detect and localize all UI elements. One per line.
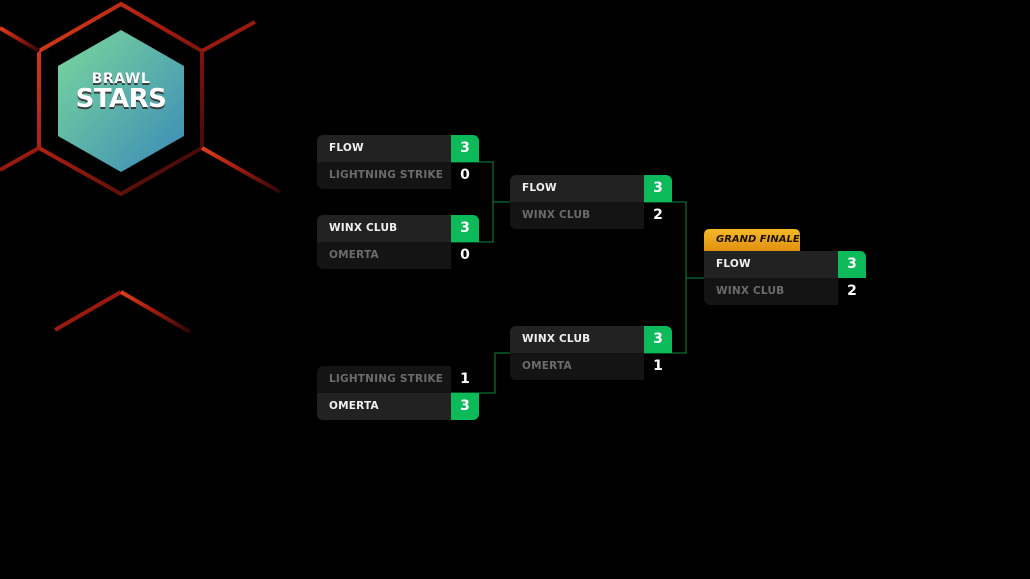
team-score: 3 (838, 251, 866, 278)
team-row[interactable]: FLOW 3 (704, 251, 866, 278)
team-name: WINX CLUB (317, 215, 451, 242)
team-name: WINX CLUB (510, 202, 644, 229)
team-score: 3 (451, 393, 479, 420)
team-row[interactable]: WINX CLUB 3 (317, 215, 479, 242)
team-row[interactable]: OMERTA 1 (510, 353, 672, 380)
team-row[interactable]: OMERTA 3 (317, 393, 479, 420)
team-name: FLOW (510, 175, 644, 202)
team-name: OMERTA (317, 393, 451, 420)
match-grand-finale[interactable]: FLOW 3 WINX CLUB 2 (704, 251, 866, 305)
grand-finale-badge: GRAND FINALE (704, 229, 800, 251)
match-sf1[interactable]: FLOW 3 WINX CLUB 2 (510, 175, 672, 229)
team-row[interactable]: LIGHTNING STRIKE 1 (317, 366, 479, 393)
team-name: WINX CLUB (704, 278, 838, 305)
match-qf1[interactable]: FLOW 3 LIGHTNING STRIKE 0 (317, 135, 479, 189)
team-score: 2 (847, 283, 857, 299)
team-row[interactable]: FLOW 3 (317, 135, 479, 162)
team-row[interactable]: WINX CLUB 3 (510, 326, 672, 353)
team-score: 3 (451, 135, 479, 162)
team-name: LIGHTNING STRIKE (317, 162, 451, 189)
team-score: 3 (644, 326, 672, 353)
team-name: OMERTA (510, 353, 644, 380)
team-name: WINX CLUB (510, 326, 644, 353)
team-name: FLOW (317, 135, 451, 162)
team-row[interactable]: LIGHTNING STRIKE 0 (317, 162, 479, 189)
team-name: LIGHTNING STRIKE (317, 366, 451, 393)
team-row[interactable]: FLOW 3 (510, 175, 672, 202)
bracket-connectors (317, 161, 704, 394)
team-row[interactable]: OMERTA 0 (317, 242, 479, 269)
team-score: 0 (460, 167, 470, 183)
match-qf3[interactable]: LIGHTNING STRIKE 1 OMERTA 3 (317, 366, 479, 420)
team-score: 3 (451, 215, 479, 242)
match-qf2[interactable]: WINX CLUB 3 OMERTA 0 (317, 215, 479, 269)
team-score: 1 (460, 371, 470, 387)
team-score: 0 (460, 247, 470, 263)
team-score: 1 (653, 358, 663, 374)
team-name: FLOW (704, 251, 838, 278)
team-row[interactable]: WINX CLUB 2 (704, 278, 866, 305)
team-score: 2 (653, 207, 663, 223)
match-sf2[interactable]: WINX CLUB 3 OMERTA 1 (510, 326, 672, 380)
team-score: 3 (644, 175, 672, 202)
team-name: OMERTA (317, 242, 451, 269)
team-row[interactable]: WINX CLUB 2 (510, 202, 672, 229)
